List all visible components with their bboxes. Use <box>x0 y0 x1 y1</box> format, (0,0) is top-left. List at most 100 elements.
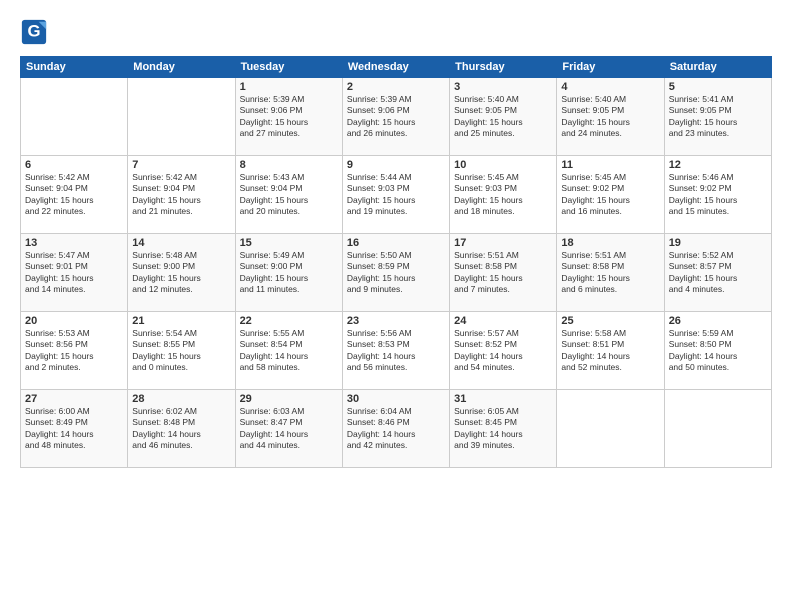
day-number: 9 <box>347 159 445 171</box>
weekday-header-wednesday: Wednesday <box>342 57 449 78</box>
day-number: 1 <box>240 81 338 93</box>
day-number: 23 <box>347 315 445 327</box>
day-detail: Sunrise: 5:43 AM Sunset: 9:04 PM Dayligh… <box>240 172 338 218</box>
day-cell <box>21 78 128 156</box>
day-detail: Sunrise: 5:45 AM Sunset: 9:03 PM Dayligh… <box>454 172 552 218</box>
day-detail: Sunrise: 6:05 AM Sunset: 8:45 PM Dayligh… <box>454 406 552 452</box>
day-number: 19 <box>669 237 767 249</box>
weekday-header-sunday: Sunday <box>21 57 128 78</box>
day-number: 12 <box>669 159 767 171</box>
day-cell: 17Sunrise: 5:51 AM Sunset: 8:58 PM Dayli… <box>450 234 557 312</box>
day-cell: 3Sunrise: 5:40 AM Sunset: 9:05 PM Daylig… <box>450 78 557 156</box>
day-cell: 10Sunrise: 5:45 AM Sunset: 9:03 PM Dayli… <box>450 156 557 234</box>
logo: G <box>20 18 52 46</box>
day-number: 4 <box>561 81 659 93</box>
day-number: 25 <box>561 315 659 327</box>
day-cell: 1Sunrise: 5:39 AM Sunset: 9:06 PM Daylig… <box>235 78 342 156</box>
day-cell: 20Sunrise: 5:53 AM Sunset: 8:56 PM Dayli… <box>21 312 128 390</box>
logo-icon: G <box>20 18 48 46</box>
day-cell: 13Sunrise: 5:47 AM Sunset: 9:01 PM Dayli… <box>21 234 128 312</box>
day-detail: Sunrise: 5:46 AM Sunset: 9:02 PM Dayligh… <box>669 172 767 218</box>
day-number: 2 <box>347 81 445 93</box>
day-number: 13 <box>25 237 123 249</box>
weekday-header-monday: Monday <box>128 57 235 78</box>
day-number: 3 <box>454 81 552 93</box>
weekday-header-friday: Friday <box>557 57 664 78</box>
calendar-table: SundayMondayTuesdayWednesdayThursdayFrid… <box>20 56 772 468</box>
weekday-header-tuesday: Tuesday <box>235 57 342 78</box>
day-cell: 21Sunrise: 5:54 AM Sunset: 8:55 PM Dayli… <box>128 312 235 390</box>
day-detail: Sunrise: 6:00 AM Sunset: 8:49 PM Dayligh… <box>25 406 123 452</box>
day-detail: Sunrise: 5:58 AM Sunset: 8:51 PM Dayligh… <box>561 328 659 374</box>
day-cell: 5Sunrise: 5:41 AM Sunset: 9:05 PM Daylig… <box>664 78 771 156</box>
day-number: 14 <box>132 237 230 249</box>
day-number: 8 <box>240 159 338 171</box>
day-detail: Sunrise: 5:57 AM Sunset: 8:52 PM Dayligh… <box>454 328 552 374</box>
calendar-page: G SundayMondayTuesdayWednesdayThursdayFr… <box>0 0 792 612</box>
day-detail: Sunrise: 5:42 AM Sunset: 9:04 PM Dayligh… <box>25 172 123 218</box>
day-number: 31 <box>454 393 552 405</box>
day-detail: Sunrise: 5:40 AM Sunset: 9:05 PM Dayligh… <box>454 94 552 140</box>
day-cell: 14Sunrise: 5:48 AM Sunset: 9:00 PM Dayli… <box>128 234 235 312</box>
day-number: 6 <box>25 159 123 171</box>
day-cell: 25Sunrise: 5:58 AM Sunset: 8:51 PM Dayli… <box>557 312 664 390</box>
week-row-5: 27Sunrise: 6:00 AM Sunset: 8:49 PM Dayli… <box>21 390 772 468</box>
day-cell: 8Sunrise: 5:43 AM Sunset: 9:04 PM Daylig… <box>235 156 342 234</box>
day-cell: 30Sunrise: 6:04 AM Sunset: 8:46 PM Dayli… <box>342 390 449 468</box>
day-cell: 28Sunrise: 6:02 AM Sunset: 8:48 PM Dayli… <box>128 390 235 468</box>
day-cell: 15Sunrise: 5:49 AM Sunset: 9:00 PM Dayli… <box>235 234 342 312</box>
day-cell: 31Sunrise: 6:05 AM Sunset: 8:45 PM Dayli… <box>450 390 557 468</box>
day-cell: 6Sunrise: 5:42 AM Sunset: 9:04 PM Daylig… <box>21 156 128 234</box>
day-cell: 12Sunrise: 5:46 AM Sunset: 9:02 PM Dayli… <box>664 156 771 234</box>
day-number: 18 <box>561 237 659 249</box>
day-number: 15 <box>240 237 338 249</box>
day-number: 30 <box>347 393 445 405</box>
day-cell: 27Sunrise: 6:00 AM Sunset: 8:49 PM Dayli… <box>21 390 128 468</box>
day-number: 29 <box>240 393 338 405</box>
day-detail: Sunrise: 5:49 AM Sunset: 9:00 PM Dayligh… <box>240 250 338 296</box>
day-number: 27 <box>25 393 123 405</box>
day-number: 17 <box>454 237 552 249</box>
day-detail: Sunrise: 5:52 AM Sunset: 8:57 PM Dayligh… <box>669 250 767 296</box>
day-detail: Sunrise: 5:42 AM Sunset: 9:04 PM Dayligh… <box>132 172 230 218</box>
day-number: 20 <box>25 315 123 327</box>
day-cell: 23Sunrise: 5:56 AM Sunset: 8:53 PM Dayli… <box>342 312 449 390</box>
day-detail: Sunrise: 6:04 AM Sunset: 8:46 PM Dayligh… <box>347 406 445 452</box>
day-detail: Sunrise: 5:56 AM Sunset: 8:53 PM Dayligh… <box>347 328 445 374</box>
day-cell <box>664 390 771 468</box>
day-number: 26 <box>669 315 767 327</box>
day-number: 21 <box>132 315 230 327</box>
day-detail: Sunrise: 5:44 AM Sunset: 9:03 PM Dayligh… <box>347 172 445 218</box>
day-number: 24 <box>454 315 552 327</box>
day-cell: 29Sunrise: 6:03 AM Sunset: 8:47 PM Dayli… <box>235 390 342 468</box>
day-cell: 16Sunrise: 5:50 AM Sunset: 8:59 PM Dayli… <box>342 234 449 312</box>
day-detail: Sunrise: 5:54 AM Sunset: 8:55 PM Dayligh… <box>132 328 230 374</box>
weekday-header-row: SundayMondayTuesdayWednesdayThursdayFrid… <box>21 57 772 78</box>
day-detail: Sunrise: 5:41 AM Sunset: 9:05 PM Dayligh… <box>669 94 767 140</box>
day-cell: 4Sunrise: 5:40 AM Sunset: 9:05 PM Daylig… <box>557 78 664 156</box>
day-cell: 9Sunrise: 5:44 AM Sunset: 9:03 PM Daylig… <box>342 156 449 234</box>
week-row-1: 1Sunrise: 5:39 AM Sunset: 9:06 PM Daylig… <box>21 78 772 156</box>
week-row-2: 6Sunrise: 5:42 AM Sunset: 9:04 PM Daylig… <box>21 156 772 234</box>
day-detail: Sunrise: 5:47 AM Sunset: 9:01 PM Dayligh… <box>25 250 123 296</box>
day-cell: 2Sunrise: 5:39 AM Sunset: 9:06 PM Daylig… <box>342 78 449 156</box>
header: G <box>20 18 772 46</box>
day-cell: 22Sunrise: 5:55 AM Sunset: 8:54 PM Dayli… <box>235 312 342 390</box>
day-number: 7 <box>132 159 230 171</box>
svg-text:G: G <box>27 22 40 41</box>
day-number: 10 <box>454 159 552 171</box>
day-detail: Sunrise: 6:03 AM Sunset: 8:47 PM Dayligh… <box>240 406 338 452</box>
day-detail: Sunrise: 5:39 AM Sunset: 9:06 PM Dayligh… <box>240 94 338 140</box>
day-detail: Sunrise: 5:51 AM Sunset: 8:58 PM Dayligh… <box>454 250 552 296</box>
day-cell <box>557 390 664 468</box>
day-detail: Sunrise: 6:02 AM Sunset: 8:48 PM Dayligh… <box>132 406 230 452</box>
day-number: 11 <box>561 159 659 171</box>
day-cell: 24Sunrise: 5:57 AM Sunset: 8:52 PM Dayli… <box>450 312 557 390</box>
day-cell <box>128 78 235 156</box>
day-detail: Sunrise: 5:39 AM Sunset: 9:06 PM Dayligh… <box>347 94 445 140</box>
day-detail: Sunrise: 5:50 AM Sunset: 8:59 PM Dayligh… <box>347 250 445 296</box>
day-detail: Sunrise: 5:40 AM Sunset: 9:05 PM Dayligh… <box>561 94 659 140</box>
day-number: 5 <box>669 81 767 93</box>
day-cell: 19Sunrise: 5:52 AM Sunset: 8:57 PM Dayli… <box>664 234 771 312</box>
weekday-header-thursday: Thursday <box>450 57 557 78</box>
